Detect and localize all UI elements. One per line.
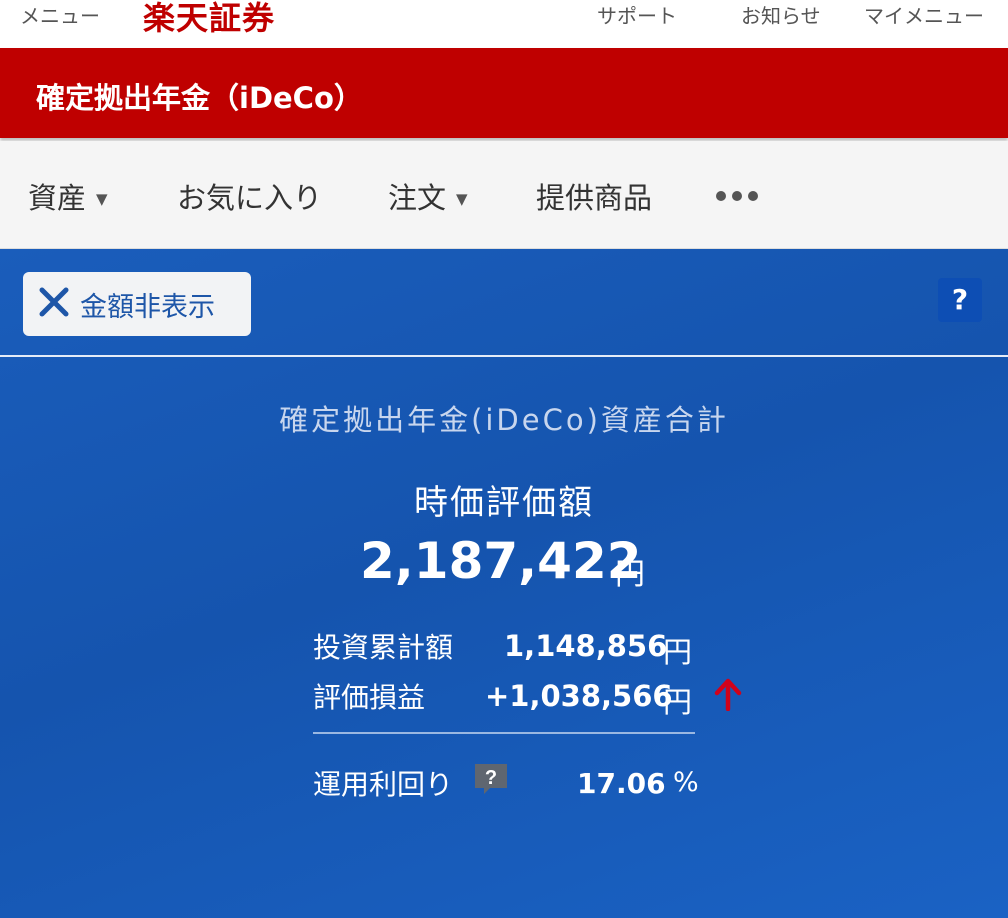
tab-products-label: 提供商品 (536, 181, 653, 215)
help-icon[interactable]: ? (938, 278, 982, 322)
help-tooltip-icon[interactable]: ? (472, 762, 510, 796)
unrealized-gain-unit: 円 (663, 685, 693, 719)
yield-unit: % (673, 767, 699, 798)
chevron-down-icon: ▼ (96, 190, 108, 208)
unrealized-gain-label: 評価損益 (313, 681, 426, 714)
support-link[interactable]: サポート (597, 0, 677, 29)
tab-favorites-label: お気に入り (177, 181, 323, 215)
help-tooltip-glyph: ? (485, 767, 497, 789)
yield-value: 17.06 (577, 767, 666, 800)
hide-amount-button[interactable]: 金額非表示 (23, 272, 251, 336)
market-value: 2,187,422 (360, 532, 642, 590)
divider (0, 355, 1008, 357)
yield-label: 運用利回り (313, 768, 454, 801)
market-value-label: 時価評価額 (414, 483, 594, 523)
tab-orders-label: 注文 (388, 181, 447, 215)
market-value-unit: 円 (615, 557, 645, 592)
unrealized-gain-value: +1,038,566 (485, 679, 673, 713)
arrow-up-icon (714, 678, 742, 711)
menu-link[interactable]: メニュー (20, 0, 100, 29)
invested-total-value: 1,148,856 (504, 629, 668, 663)
summary-title: 確定拠出年金(iDeCo)資産合計 (279, 403, 729, 437)
invested-total-label: 投資累計額 (313, 631, 454, 664)
brand-logo[interactable]: 楽天証券 (143, 0, 275, 39)
tab-assets-label: 資産 (28, 181, 87, 215)
asset-summary-panel: 金額非表示 ? 確定拠出年金(iDeCo)資産合計 時価評価額 2,187,42… (0, 249, 1008, 918)
close-icon (39, 287, 69, 317)
more-dots-icon[interactable] (716, 186, 764, 205)
chevron-down-icon: ▼ (456, 190, 468, 208)
tab-orders[interactable]: 注文 ▼ (388, 175, 468, 217)
tab-favorites[interactable]: お気に入り (177, 175, 322, 217)
page-title-bar: 確定拠出年金（iDeCo） (0, 48, 1008, 138)
top-header: メニュー 楽天証券 サポート お知らせ マイメニュー (0, 0, 1008, 48)
divider (313, 732, 695, 734)
invested-total-unit: 円 (663, 635, 693, 669)
nav-tabs: 資産 ▼ お気に入り 注文 ▼ 提供商品 (0, 141, 1008, 249)
mymenu-link[interactable]: マイメニュー (864, 0, 984, 29)
page-title: 確定拠出年金（iDeCo） (36, 81, 363, 115)
tab-products[interactable]: 提供商品 (536, 175, 652, 217)
tab-assets[interactable]: 資産 ▼ (28, 175, 108, 217)
notice-link[interactable]: お知らせ (741, 0, 821, 29)
hide-amount-label: 金額非表示 (80, 292, 215, 323)
